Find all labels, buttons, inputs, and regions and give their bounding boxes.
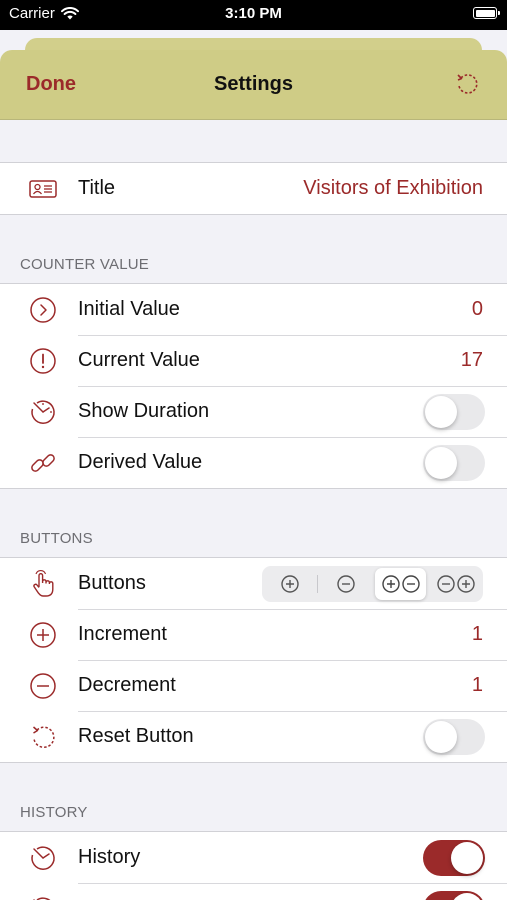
exclamation-circle-icon xyxy=(30,348,56,374)
initial-value-value[interactable]: 0 xyxy=(472,298,483,321)
history-row-2-toggle[interactable] xyxy=(423,891,485,900)
history-header: HISTORY xyxy=(0,763,507,831)
tap-hand-icon xyxy=(33,570,54,597)
buttons-segmented-control xyxy=(262,566,483,602)
decrement-value[interactable]: 1 xyxy=(472,674,483,697)
plus-minus-icon xyxy=(381,575,420,593)
section-label: COUNTER VALUE xyxy=(20,256,150,273)
chevron-circle-icon xyxy=(30,297,56,323)
timer-icon xyxy=(33,897,51,900)
nav-bar: Done Settings xyxy=(0,50,507,120)
minus-circle-icon xyxy=(30,673,56,699)
history-label: History xyxy=(78,846,141,868)
counter-value-group: Initial Value 0 Current Value 17 Show Du… xyxy=(0,283,507,489)
timer-icon xyxy=(31,846,55,870)
decrement-label: Decrement xyxy=(78,674,176,696)
history-row: History xyxy=(0,832,507,883)
increment-value[interactable]: 1 xyxy=(472,623,483,646)
buttons-header: BUTTONS xyxy=(0,489,507,557)
derived-value-row: Derived Value xyxy=(0,437,507,488)
plus-circle-icon xyxy=(280,575,299,593)
plus-circle-icon xyxy=(30,622,56,648)
history-row-2 xyxy=(0,883,507,900)
title-value[interactable]: Visitors of Exhibition xyxy=(303,177,483,200)
buttons-row: Buttons xyxy=(0,558,507,609)
segment-minus[interactable] xyxy=(320,568,371,600)
initial-value-row[interactable]: Initial Value 0 xyxy=(0,284,507,335)
buttons-label: Buttons xyxy=(78,572,146,594)
reset-button-row: Reset Button xyxy=(0,711,507,762)
reset-icon xyxy=(33,726,55,748)
contact-card-icon xyxy=(29,180,57,198)
current-value-value[interactable]: 17 xyxy=(461,349,483,372)
section-label: HISTORY xyxy=(20,804,88,821)
current-value-label: Current Value xyxy=(78,349,200,371)
derived-value-label: Derived Value xyxy=(78,451,203,473)
show-duration-label: Show Duration xyxy=(78,400,210,422)
buttons-group: Buttons Increment 1 Decrement 1 Reset Bu… xyxy=(0,557,507,763)
initial-value-label: Initial Value xyxy=(78,298,180,320)
segment-plus-minus[interactable] xyxy=(375,568,426,600)
link-icon xyxy=(31,454,55,472)
status-bar: Carrier 3:10 PM xyxy=(0,0,507,30)
current-value-row[interactable]: Current Value 17 xyxy=(0,335,507,386)
minus-circle-icon xyxy=(336,575,355,593)
page-title: Settings xyxy=(214,73,293,95)
reset-icon[interactable] xyxy=(453,70,481,98)
timer-icon xyxy=(31,400,55,424)
increment-label: Increment xyxy=(78,623,167,645)
history-toggle[interactable] xyxy=(423,840,485,876)
clock: 3:10 PM xyxy=(225,5,282,22)
reset-button-label: Reset Button xyxy=(78,725,194,747)
show-duration-toggle[interactable] xyxy=(423,394,485,430)
segment-divider xyxy=(317,575,318,593)
decrement-row[interactable]: Decrement 1 xyxy=(0,660,507,711)
settings-sheet: Done Settings Title Visitors of Exhibiti… xyxy=(0,50,507,900)
increment-row[interactable]: Increment 1 xyxy=(0,609,507,660)
section-label: BUTTONS xyxy=(20,530,93,547)
history-group: History xyxy=(0,831,507,900)
segment-minus-plus[interactable] xyxy=(430,568,481,600)
derived-value-toggle[interactable] xyxy=(423,445,485,481)
counter-value-header: COUNTER VALUE xyxy=(0,215,507,283)
title-label: Title xyxy=(78,177,116,199)
show-duration-row: Show Duration xyxy=(0,386,507,437)
minus-plus-icon xyxy=(436,575,475,593)
reset-button-toggle[interactable] xyxy=(423,719,485,755)
segment-plus[interactable] xyxy=(264,568,315,600)
title-row[interactable]: Title Visitors of Exhibition xyxy=(0,163,507,214)
battery-icon xyxy=(473,7,500,19)
title-group: Title Visitors of Exhibition xyxy=(0,162,507,215)
